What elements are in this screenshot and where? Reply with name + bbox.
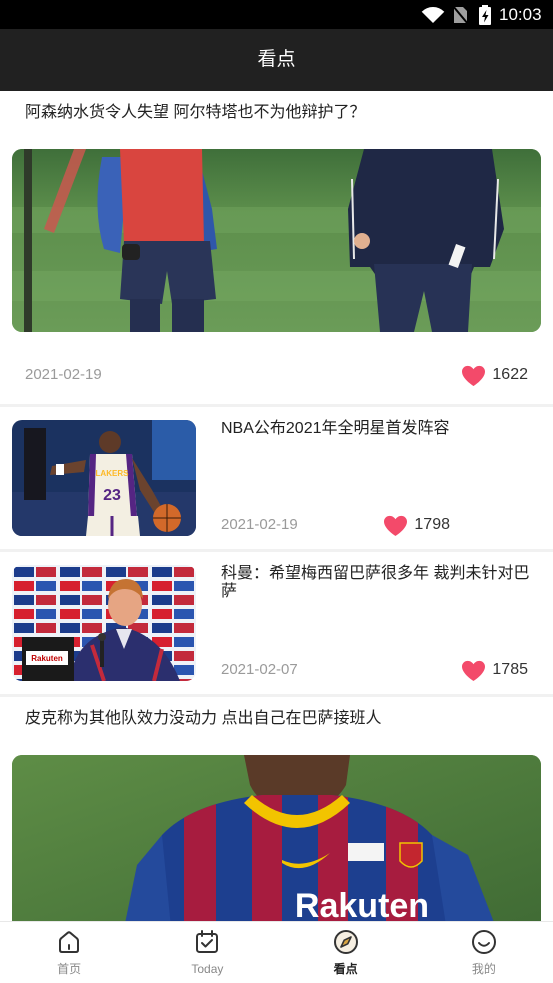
news-feed[interactable]: 阿森纳水货令人失望 阿尔特塔也不为他辩护了？ 2021-02-19 1622 L… [0,91,553,921]
bottom-tab-bar: 首页 Today 看点 我的 [0,921,553,983]
like-button[interactable]: 1785 [460,659,528,682]
like-button[interactable]: 1622 [460,364,528,387]
tab-label: 看点 [333,962,358,976]
tab-mine[interactable]: 我的 [415,922,553,983]
photo-lettering: Rakuten [295,887,429,921]
article-title: 阿森纳水货令人失望 阿尔特塔也不为他辩护了？ [25,104,366,121]
article-date: 2021-02-07 [221,661,298,678]
like-count: 1785 [492,661,528,678]
article-card[interactable]: 皮克称为其他队效力没动力 点出自己在巴萨接班人 Rakuten [0,697,553,921]
like-count: 1622 [492,366,528,383]
article-thumbnail: Rakuten [12,565,196,681]
tab-label: Today [191,962,224,976]
top-app-bar: 看点 [0,29,553,91]
wifi-icon [421,7,445,23]
compass-icon [333,930,358,954]
tab-today[interactable]: Today [138,922,276,983]
status-time: 10:03 [499,5,542,24]
status-bar: 10:03 [0,0,553,29]
article-title: 皮克称为其他队效力没动力 点出自己在巴萨接班人 [25,710,382,727]
article-card[interactable]: Rakuten 科曼：希望梅西留巴萨很多年 裁判未针对巴萨 2021-02-07… [0,552,553,694]
article-card[interactable]: 阿森纳水货令人失望 阿尔特塔也不为他辩护了？ 2021-02-19 1622 [0,91,553,404]
no-sim-icon [452,5,469,25]
article-date: 2021-02-19 [221,516,298,533]
article-meta: 2021-02-07 1785 [221,657,541,683]
article-meta: 2021-02-19 1798 [221,512,541,538]
photo-lettering: LAKERS [96,469,130,478]
article-title: NBA公布2021年全明星首发阵容 [221,420,450,437]
article-thumbnail: LAKERS 23 [12,420,196,536]
app-screen: 10:03 看点 阿森纳水货令人失望 阿尔特塔也不为他辩护了？ 2021-02-… [0,0,553,983]
tab-kandian[interactable]: 看点 [277,922,415,983]
tab-label: 我的 [471,962,496,976]
article-text: 科曼：希望梅西留巴萨很多年 裁判未针对巴萨 2021-02-07 1785 [221,565,541,683]
article-text: NBA公布2021年全明星首发阵容 2021-02-19 1798 [221,420,541,538]
article-photo: Rakuten [12,755,541,921]
article-photo [12,149,541,332]
photo-lettering: 23 [103,487,121,504]
tab-label: 首页 [57,962,82,976]
article-card[interactable]: LAKERS 23 NBA公布2021年全明星首发阵容 2021-02-19 1… [0,407,553,549]
article-meta: 2021-02-19 1622 [25,362,528,388]
like-count: 1798 [414,516,450,533]
heart-icon [462,660,486,681]
article-date: 2021-02-19 [25,366,102,383]
battery-charging-icon [479,5,491,25]
tab-home[interactable]: 首页 [0,922,138,983]
like-button[interactable]: 1798 [382,514,450,537]
article-title: 科曼：希望梅西留巴萨很多年 裁判未针对巴萨 [221,565,530,600]
home-icon [59,931,80,953]
heart-icon [462,365,486,386]
photo-lettering: Rakuten [31,654,63,663]
smile-icon [471,930,496,954]
page-title: 看点 [257,49,296,70]
heart-icon [384,515,408,536]
calendar-check-icon [196,930,219,953]
